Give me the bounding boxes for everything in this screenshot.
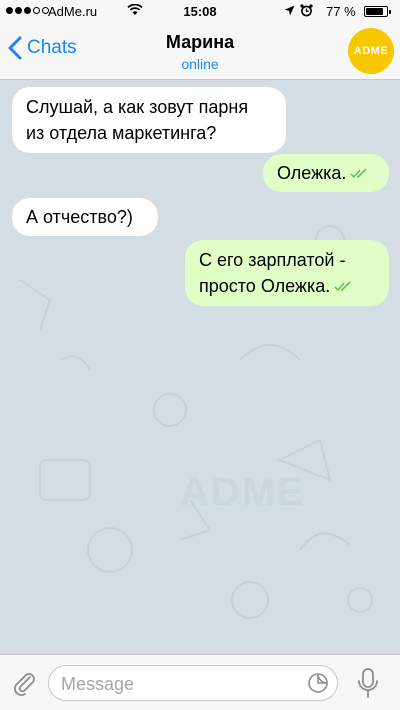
chat-header: Chats Марина online ADME [0, 22, 400, 80]
alarm-icon [300, 4, 313, 17]
avatar[interactable]: ADME [348, 28, 394, 74]
message-text: Слушай, а как зовут парня [26, 97, 249, 117]
message-text: просто Олежка. [199, 276, 331, 296]
message-text: С его зарплатой - [199, 250, 346, 270]
contact-status: online [181, 56, 219, 72]
paperclip-icon[interactable] [10, 669, 38, 697]
battery-icon [364, 6, 391, 17]
sticker-icon[interactable] [307, 672, 329, 694]
microphone-icon[interactable] [356, 667, 380, 699]
watermark: ADME [180, 470, 306, 514]
message-text: из отдела маркетинга? [26, 123, 217, 143]
chat-area[interactable]: ADME Слушай, а как зовут парня из отдела… [0, 80, 400, 654]
battery-percent: 77 % [326, 4, 356, 19]
status-bar: AdMe.ru 15:08 77 % [0, 0, 400, 22]
message-field[interactable] [48, 665, 338, 701]
message-input[interactable] [59, 672, 293, 696]
location-icon [284, 5, 295, 16]
message-outgoing[interactable]: С его зарплатой - просто Олежка. [185, 240, 389, 306]
message-input-bar [0, 654, 400, 710]
message-incoming[interactable]: А отчество?) [12, 198, 158, 236]
read-receipt-icon [334, 281, 351, 292]
message-text: А отчество?) [26, 207, 133, 227]
contact-name[interactable]: Марина [0, 32, 400, 53]
message-outgoing[interactable]: Олежка. [263, 154, 389, 192]
read-receipt-icon [350, 168, 368, 179]
message-text: Олежка. [277, 163, 347, 183]
message-incoming[interactable]: Слушай, а как зовут парня из отдела марк… [12, 87, 286, 153]
